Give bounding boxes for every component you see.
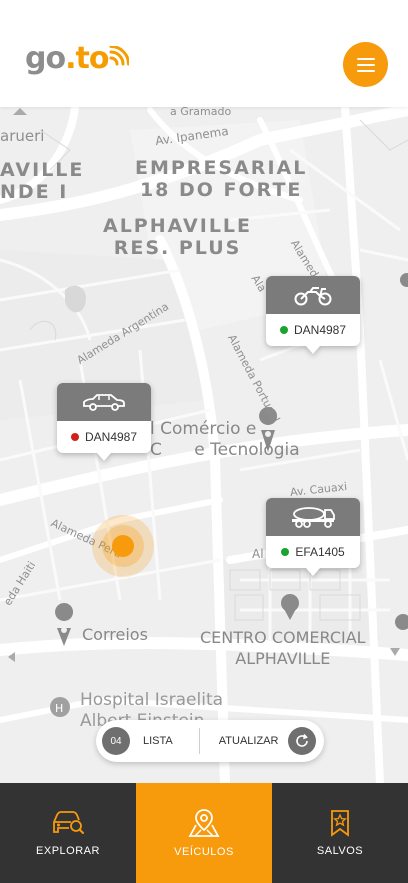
app-header: go.to [0,0,408,107]
vehicle-type-header [266,498,360,536]
poi-label-centro-comercial: CENTRO COMERCIAL ALPHAVILLE [200,628,366,668]
list-button[interactable]: LISTA [143,735,173,747]
vehicle-type-header [57,383,151,421]
map-view[interactable]: H EMPRESARIAL 18 DO FORTE ALPHAVILLE RES… [0,107,408,783]
street-label-gramado: a Gramado [170,107,232,118]
user-location-dot [112,535,134,557]
status-dot [279,326,288,334]
vehicle-type-header [266,276,360,314]
vehicle-plate-box: DAN4987 [266,314,360,354]
goto-logo: go.to [25,41,130,76]
nav-veiculos[interactable]: VEÍCULOS [136,783,272,883]
vehicle-marker-motorcycle[interactable]: DAN4987 [266,276,360,354]
refresh-icon [296,733,309,747]
nav-salvos[interactable]: SALVOS [272,783,408,883]
car-search-icon [53,811,84,834]
car-icon [83,394,125,411]
status-dot [70,433,79,441]
vehicle-plate-box: EFA1405 [266,536,360,576]
refresh-label[interactable]: ATUALIZAR [219,735,279,747]
logo-text: go.to [25,41,109,76]
nav-veiculos-label: VEÍCULOS [174,846,234,858]
motorcycle-icon [294,287,332,306]
hamburger-icon [356,57,375,72]
vehicle-plate: DAN4987 [293,323,347,337]
bookmark-star-icon [331,810,349,837]
user-location-marker [92,515,154,577]
bottom-navigation: EXPLORAR VEÍCULOS SALVOS [0,783,408,883]
signal-waves-icon [109,46,130,66]
poi-label-comercio: l Comércio e C e Tecnologia [150,419,300,460]
area-label-alphaville-plus: ALPHAVILLE RES. PLUS [103,215,253,259]
app-screen: go.to H EMPRESARIAL 18 DO FORTE ALPHAVIL… [0,0,408,883]
vehicle-count-badge: 04 [102,727,130,755]
truck-icon [292,507,335,528]
area-label-alphaville-i: AVILLE NDE I [0,159,85,203]
toolbar-divider [198,728,200,754]
street-label-al: Al [252,547,264,561]
map-toolbar: 04 LISTA ATUALIZAR [96,720,324,762]
nav-explorar[interactable]: EXPLORAR [0,783,136,883]
poi-label-correios: Correios [82,625,148,644]
nav-salvos-label: SALVOS [316,845,364,857]
menu-button[interactable] [343,42,388,87]
nav-explorar-label: EXPLORAR [36,845,100,857]
svg-text:H: H [55,702,63,715]
map-pin-icon [188,809,220,837]
refresh-button[interactable] [288,727,317,755]
vehicle-marker-truck[interactable]: EFA1405 [266,498,360,576]
area-label-empresarial: EMPRESARIAL 18 DO FORTE [135,157,308,201]
street-label-barueri: arueri [0,127,45,145]
status-dot [281,548,290,556]
vehicle-marker-car[interactable]: DAN4987 [57,383,151,461]
vehicle-plate-box: DAN4987 [57,421,151,461]
vehicle-plate: DAN4987 [84,430,138,444]
vehicle-plate: EFA1405 [295,545,345,559]
